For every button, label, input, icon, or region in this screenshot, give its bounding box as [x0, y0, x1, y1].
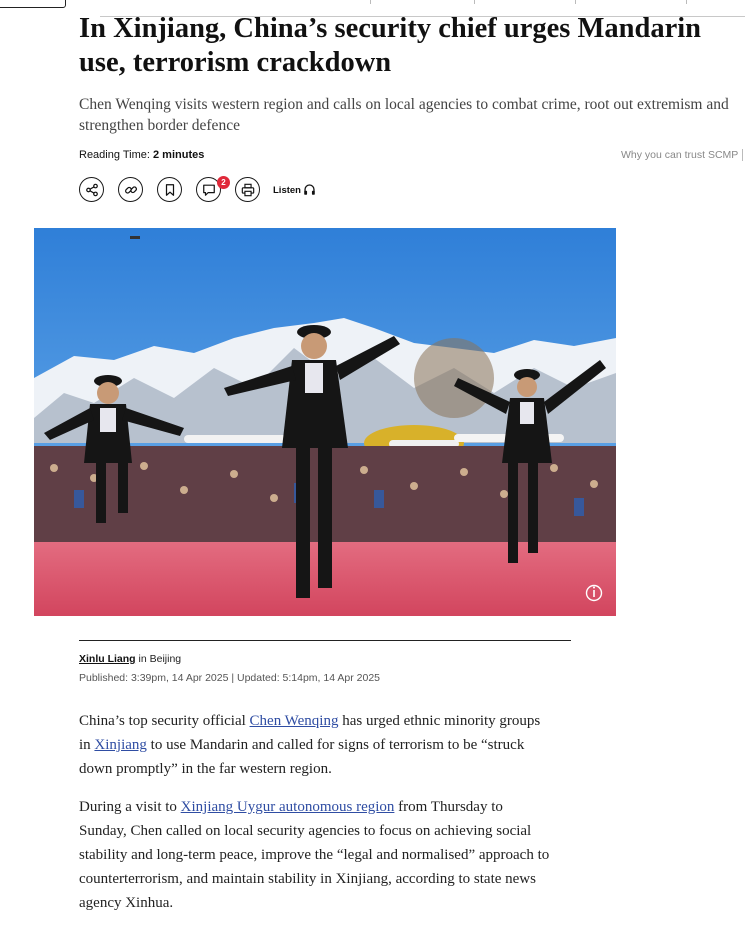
divider-tick: [686, 0, 687, 4]
dancers-photo: [34, 228, 616, 616]
link-icon: [124, 185, 137, 194]
reading-time-value: 2 minutes: [153, 149, 205, 161]
divider-tick: [370, 0, 371, 4]
author-location: in Beijing: [138, 653, 182, 665]
share-icon: [85, 183, 98, 196]
byline: Xinlu Liang in Beijing: [79, 653, 181, 665]
trust-link[interactable]: Why you can trust SCMP: [621, 149, 743, 161]
xinjiang-link[interactable]: Xinjiang: [94, 737, 147, 753]
article-paragraph: During a visit to Xinjiang Uygur autonom…: [79, 795, 554, 915]
trust-divider: [742, 149, 743, 161]
paragraph-text: During a visit to: [79, 799, 181, 815]
bookmark-icon: [165, 183, 174, 196]
paragraph-text: China’s top security official: [79, 713, 250, 729]
print-button[interactable]: [235, 177, 260, 202]
divider-tick: [474, 0, 475, 4]
headline: In Xinjiang, China’s security chief urge…: [79, 13, 702, 78]
xinjiang-region-link[interactable]: Xinjiang Uygur autonomous region: [181, 799, 395, 815]
paragraph-text: from Thursday to Sunday, Chen called on …: [79, 799, 550, 911]
article-paragraph: China’s top security official Chen Wenqi…: [79, 709, 554, 781]
author-link[interactable]: Xinlu Liang: [79, 653, 136, 665]
reading-time-label: Reading Time:: [79, 149, 150, 161]
divider-tick: [575, 0, 576, 4]
hero-image: [34, 228, 616, 616]
print-icon: [241, 183, 254, 196]
reading-time: Reading Time: 2 minutes: [79, 149, 204, 161]
comment-count-badge: 2: [217, 176, 230, 189]
trust-link-text[interactable]: Why you can trust SCMP: [621, 149, 738, 161]
top-nav-button[interactable]: [0, 0, 66, 8]
bookmark-button[interactable]: [157, 177, 182, 202]
comment-icon: [202, 184, 215, 196]
byline-divider: [79, 640, 571, 641]
subheadline: Chen Wenqing visits western region and c…: [79, 96, 729, 134]
chen-wenqing-link[interactable]: Chen Wenqing: [250, 713, 339, 729]
share-button[interactable]: [79, 177, 104, 202]
publish-dates: Published: 3:39pm, 14 Apr 2025 | Updated…: [79, 672, 381, 684]
listen-button[interactable]: Listen: [273, 185, 301, 196]
headphones-icon[interactable]: [303, 183, 316, 196]
copy-link-button[interactable]: [118, 177, 143, 202]
